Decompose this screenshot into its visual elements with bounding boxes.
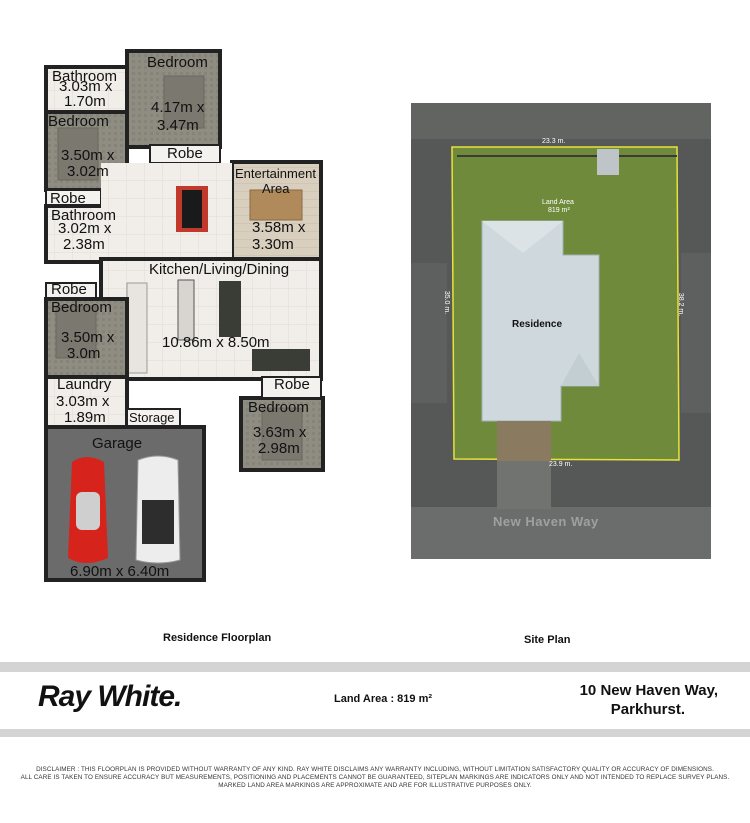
garage-name: Garage [92,435,143,452]
entertainment-dims-1: 3.58m x [252,219,306,236]
entertainment-dims-2: 3.30m [252,236,294,253]
bedroom-mid-name: Bedroom [51,299,112,316]
footer-band-bottom [0,729,750,737]
site-bottom-dim: 23.9 m. [549,461,573,468]
bedroom-top-dims-2: 3.47m [157,117,199,134]
bedroom-top-name: Bedroom [147,54,208,71]
site-plan: 23.3 m. 23.9 m. 35.0 m. 38.2 m. Land Are… [411,103,711,559]
ray-white-logo: Ray White. [38,680,182,713]
site-street-label: New Haven Way [493,514,599,529]
bedroom-mid-dims-2: 3.0m [67,345,101,362]
bedroom-top-dims-1: 4.17m x [151,99,205,116]
bedroom-mid-dims-1: 3.50m x [61,329,115,346]
footer-band-top [0,662,750,672]
kitchen-name: Kitchen/Living/Dining [149,261,290,278]
footer-address-line2: Parkhurst. [610,701,685,718]
bedroom-left-dims-1: 3.50m x [61,147,115,164]
siteplan-caption: Site Plan [524,634,571,646]
bedroom-br-name: Bedroom [248,399,309,416]
disclaimer-line3: MARKED LAND AREA MARKINGS ARE APPROXIMAT… [218,782,532,789]
footer-land-area: Land Area : 819 m² [334,693,433,705]
bedroom-br-dims-2: 2.98m [258,440,300,457]
laundry-dims-2: 1.89m [64,409,106,426]
robe-1-name: Robe [167,145,203,162]
robe-3-name: Robe [51,281,87,298]
bathroom-top-dims-2: 1.70m [64,93,106,110]
residence-floorplan: Bedroom 4.17m x 3.47m Bathroom 3.03m x 1… [0,0,400,644]
site-top-dim: 23.3 m. [542,138,566,145]
bedroom-left-dims-2: 3.02m [67,163,109,180]
site-land-area-value: 819 m² [548,207,570,214]
laundry-name: Laundry [57,376,112,393]
robe-4-name: Robe [274,376,310,393]
site-land-area-label: Land Area [542,199,574,206]
footer-address-line1: 10 New Haven Way, [579,682,718,699]
entertainment-name-2: Area [262,181,290,196]
kitchen-dims: 10.86m x 8.50m [162,334,270,351]
site-residence-label: Residence [512,319,563,330]
floorplan-caption: Residence Floorplan [163,632,272,644]
laundry-dims-1: 3.03m x [56,393,110,410]
garage-dims: 6.90m x 6.40m [70,563,170,580]
storage-name: Storage [129,410,175,425]
bedroom-left-name: Bedroom [48,113,109,130]
bathroom-2-dims-2: 2.38m [63,236,105,253]
bathroom-2-dims-1: 3.02m x [58,220,112,237]
bedroom-br-dims-1: 3.63m x [253,424,307,441]
site-right-dim: 38.2 m. [677,292,685,317]
entertainment-name: Entertainment [235,166,316,181]
site-plan-aerial [411,103,711,559]
robe-2-name: Robe [50,190,86,207]
site-left-dim: 35.0 m. [443,290,451,315]
